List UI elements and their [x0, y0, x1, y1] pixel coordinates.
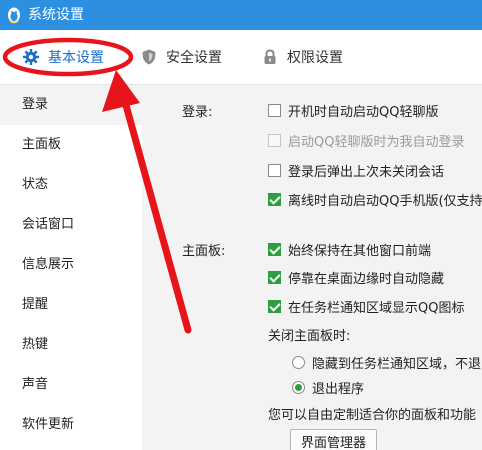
checkbox[interactable]	[268, 164, 281, 177]
tab-label: 基本设置	[48, 50, 104, 66]
option-label: 停靠在桌面边缘时自动隐藏	[288, 272, 445, 287]
option-auto-start[interactable]: 开机时自动启动QQ轻聊版	[268, 101, 438, 120]
shield-icon	[142, 49, 156, 65]
radio-label: 退出程序	[312, 382, 365, 397]
option-always-on-top[interactable]: 始终保持在其他窗口前端	[268, 240, 431, 259]
qq-penguin-icon	[8, 7, 20, 24]
radio-label: 隐藏到任务栏通知区域，不退	[312, 357, 482, 372]
sidebar-item-hotkeys[interactable]: 热键	[0, 325, 142, 365]
sidebar-item-chat-window[interactable]: 会话窗口	[0, 205, 142, 245]
option-label: 始终保持在其他窗口前端	[288, 244, 432, 259]
settings-content: 登录: 开机时自动启动QQ轻聊版 启动QQ轻聊版时为我自动登录 登录后弹出上次未…	[142, 85, 482, 450]
sidebar-item-sound[interactable]: 声音	[0, 365, 142, 405]
login-section-label: 登录:	[182, 105, 213, 120]
checkbox[interactable]	[268, 271, 281, 284]
sidebar-item-info-display[interactable]: 信息展示	[0, 245, 142, 285]
option-label: 离线时自动启动QQ手机版(仅支持	[288, 194, 482, 209]
checkbox[interactable]	[268, 300, 281, 313]
radio-button[interactable]	[292, 381, 305, 394]
checkbox[interactable]	[268, 104, 281, 117]
option-label: 登录后弹出上次未关闭会话	[288, 165, 445, 180]
gear-icon	[23, 49, 39, 65]
option-label: 启动QQ轻聊版时为我自动登录	[288, 135, 465, 150]
close-panel-label: 关闭主面板时:	[268, 329, 351, 344]
sidebar-item-login[interactable]: 登录	[0, 85, 142, 125]
sidebar-item-main-panel[interactable]: 主面板	[0, 125, 142, 165]
tab-label: 权限设置	[287, 50, 343, 66]
settings-tabbar: 基本设置 安全设置 权限设置	[0, 30, 482, 85]
settings-sidebar: 登录 主面板 状态 会话窗口 信息展示 提醒 热键 声音 软件更新	[0, 85, 142, 450]
title-bar: 系统设置	[0, 0, 482, 30]
main-panel-section-label: 主面板:	[182, 244, 226, 259]
radio-hide-to-tray[interactable]: 隐藏到任务栏通知区域，不退	[292, 353, 481, 372]
tab-label: 安全设置	[166, 50, 222, 66]
sidebar-item-status[interactable]: 状态	[0, 165, 142, 205]
option-offline-mobile[interactable]: 离线时自动启动QQ手机版(仅支持	[268, 190, 482, 209]
sidebar-item-software-update[interactable]: 软件更新	[0, 405, 142, 445]
option-auto-login: 启动QQ轻聊版时为我自动登录	[268, 131, 464, 150]
checkbox[interactable]	[268, 193, 281, 206]
tab-permission-settings[interactable]: 权限设置	[261, 42, 343, 72]
option-auto-hide[interactable]: 停靠在桌面边缘时自动隐藏	[268, 268, 444, 287]
radio-exit-program[interactable]: 退出程序	[292, 378, 364, 397]
radio-button[interactable]	[292, 356, 305, 369]
checkbox[interactable]	[268, 243, 281, 256]
option-label: 开机时自动启动QQ轻聊版	[288, 105, 439, 120]
customize-note: 您可以自由定制适合你的面板和功能	[268, 408, 477, 423]
sidebar-item-reminders[interactable]: 提醒	[0, 285, 142, 325]
lock-icon	[264, 49, 276, 64]
option-restore-sessions[interactable]: 登录后弹出上次未关闭会话	[268, 161, 444, 180]
option-label: 在任务栏通知区域显示QQ图标	[288, 301, 465, 316]
tab-basic-settings[interactable]: 基本设置	[22, 42, 104, 72]
checkbox	[268, 134, 281, 147]
option-tray-icon[interactable]: 在任务栏通知区域显示QQ图标	[268, 297, 464, 316]
window-title: 系统设置	[28, 7, 84, 23]
tab-security-settings[interactable]: 安全设置	[140, 42, 222, 72]
interface-manager-button[interactable]: 界面管理器	[290, 429, 378, 450]
